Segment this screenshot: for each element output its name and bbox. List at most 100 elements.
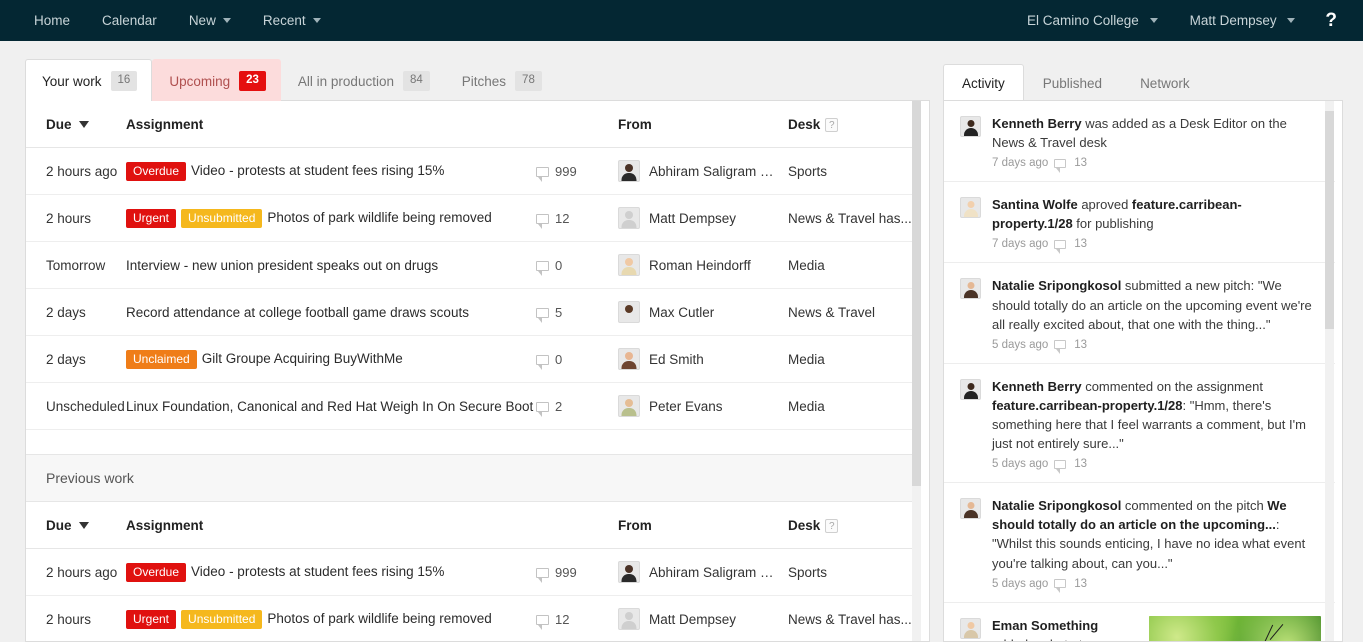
cell-due: 2 hours ago — [26, 548, 126, 596]
column-header-assignment[interactable]: Assignment — [126, 502, 536, 549]
activity-body: Natalie Sripongkosol submitted a new pit… — [992, 276, 1321, 355]
activity-item[interactable]: Kenneth Berry commented on the assignmen… — [944, 364, 1335, 484]
column-header-label: Assignment — [126, 117, 204, 132]
table-row[interactable]: 2 hours ago Overdue Video - protests at st… — [26, 548, 921, 596]
column-header-desk[interactable]: Desk? — [788, 502, 921, 549]
cell-assignment[interactable]: Unclaimed Gilt Groupe Acquiring BuyWithMe — [126, 335, 536, 383]
activity-meta: 5 days ago 13 — [992, 578, 1321, 594]
cell-assignment[interactable]: Interview - new union president speaks o… — [126, 241, 536, 289]
cell-from[interactable]: Roman Heindorff — [618, 241, 788, 289]
cell-comments[interactable]: 5 — [536, 288, 618, 336]
activity-photo-thumbnail[interactable] — [1149, 615, 1321, 641]
tab-pitches[interactable]: Pitches 78 — [445, 59, 557, 101]
tab-activity[interactable]: Activity — [943, 64, 1024, 101]
cell-due: 2 hours — [26, 194, 126, 242]
cell-assignment[interactable]: Overdue Video - protests at student fees … — [126, 147, 536, 195]
chevron-down-icon — [312, 18, 321, 23]
help-tooltip-icon[interactable]: ? — [825, 519, 839, 533]
from-name: Abhiram Saligram C... — [649, 163, 777, 179]
column-header-assignment[interactable]: Assignment — [126, 101, 536, 148]
nav-item-recent[interactable]: Recent — [247, 0, 337, 41]
column-header-from[interactable]: From — [618, 502, 788, 549]
table-row[interactable]: 2 days Record attendance at college footb… — [26, 288, 921, 336]
activity-scrollbar[interactable] — [1325, 101, 1334, 641]
activity-item[interactable]: Natalie Sripongkosol commented on the pi… — [944, 483, 1335, 603]
column-header-from[interactable]: From — [618, 101, 788, 148]
org-switcher[interactable]: El Camino College — [1011, 0, 1174, 41]
cell-desk[interactable]: News & Travel — [788, 288, 921, 336]
comment-bubble-icon — [1054, 158, 1067, 173]
table-row[interactable]: 2 hours ago Overdue Video - protests at st… — [26, 147, 921, 195]
cell-comments[interactable]: 0 — [536, 241, 618, 289]
tab-upcoming[interactable]: Upcoming 23 — [152, 59, 281, 101]
activity-column: Activity Published Network Kenneth Berry w… — [943, 59, 1343, 642]
activity-scrollbar-thumb[interactable] — [1325, 111, 1334, 329]
cell-comments[interactable]: 12 — [536, 595, 618, 641]
table-row[interactable]: 2 hours Urgent Unsubmitted Photos of park w… — [26, 194, 921, 242]
status-badge-urgent: Urgent — [126, 208, 177, 228]
cell-from[interactable]: Matt Dempsey — [618, 194, 788, 242]
cell-desk[interactable]: Media — [788, 335, 921, 383]
cell-from[interactable]: Abhiram Saligram C... — [618, 147, 788, 195]
avatar — [618, 395, 640, 417]
cell-assignment[interactable]: Urgent Unsubmitted Photos of park wildlife… — [126, 194, 536, 242]
status-badge-unsubmitted: Unsubmitted — [181, 208, 263, 228]
cell-comments[interactable]: 2 — [536, 382, 618, 430]
from-name: Abhiram Saligram C... — [649, 564, 777, 580]
cell-assignment[interactable]: Linux Foundation, Canonical and Red Hat … — [126, 382, 536, 430]
user-menu[interactable]: Matt Dempsey — [1174, 0, 1312, 41]
activity-comment-count: 13 — [1074, 458, 1088, 471]
column-header-due[interactable]: Due — [26, 101, 126, 148]
user-menu-label: Matt Dempsey — [1189, 13, 1277, 28]
table-row[interactable]: Unscheduled Linux Foundation, Canonical a… — [26, 382, 921, 430]
cell-assignment[interactable]: Urgent Unsubmitted Photos of park wildlife… — [126, 595, 536, 641]
cell-desk[interactable]: News & Travel has... — [788, 194, 921, 242]
avatar — [618, 207, 640, 229]
nav-item-home[interactable]: Home — [18, 0, 86, 41]
activity-item[interactable]: Natalie Sripongkosol submitted a new pit… — [944, 263, 1335, 364]
comment-bubble-icon — [536, 614, 549, 630]
nav-item-calendar[interactable]: Calendar — [86, 0, 173, 41]
cell-assignment[interactable]: Record attendance at college football ga… — [126, 288, 536, 336]
cell-from[interactable]: Max Cutler — [618, 288, 788, 336]
column-header-due[interactable]: Due — [26, 502, 126, 549]
tab-all-in-production[interactable]: All in production 84 — [281, 59, 445, 101]
column-header-label: From — [618, 518, 652, 533]
tab-your-work[interactable]: Your work 16 — [25, 59, 153, 101]
activity-item[interactable]: Kenneth Berry was added as a Desk Editor… — [944, 101, 1335, 183]
help-icon[interactable]: ? — [1311, 0, 1351, 41]
table-row[interactable]: 2 days Unclaimed Gilt Groupe Acquiring Buy… — [26, 335, 921, 383]
table-row[interactable]: 2 hours Urgent Unsubmitted Photos of park w… — [26, 595, 921, 641]
table-row[interactable]: Tomorrow Interview - new union president … — [26, 241, 921, 289]
cell-from[interactable]: Matt Dempsey — [618, 595, 788, 641]
cell-comments[interactable]: 0 — [536, 335, 618, 383]
cell-desk[interactable]: Sports — [788, 147, 921, 195]
work-list-scrollbar[interactable] — [912, 101, 921, 641]
column-header-desk[interactable]: Desk? — [788, 101, 921, 148]
cell-comments[interactable]: 999 — [536, 548, 618, 596]
cell-assignment[interactable]: Overdue Video - protests at student fees … — [126, 548, 536, 596]
tab-published[interactable]: Published — [1024, 64, 1121, 101]
tab-label: Activity — [962, 76, 1005, 91]
cell-desk[interactable]: Sports — [788, 548, 921, 596]
nav-item-new[interactable]: New — [173, 0, 247, 41]
activity-item[interactable]: Santina Wolfe aproved feature.carribean-… — [944, 182, 1335, 264]
activity-meta: 5 days ago 13 — [992, 458, 1321, 474]
cell-comments[interactable]: 999 — [536, 147, 618, 195]
activity-item[interactable]: Eman Something added a photo to feature.… — [944, 603, 1335, 641]
cell-desk[interactable]: Media — [788, 241, 921, 289]
cell-desk[interactable]: News & Travel has... — [788, 595, 921, 641]
comment-bubble-icon — [536, 166, 549, 182]
cell-from[interactable]: Peter Evans — [618, 382, 788, 430]
work-scrollbar-thumb[interactable] — [912, 101, 921, 486]
from-name: Roman Heindorff — [649, 257, 751, 273]
activity-meta: 7 days ago 13 — [992, 157, 1321, 173]
nav-left-group: Home Calendar New Recent — [0, 0, 337, 41]
tab-network[interactable]: Network — [1121, 64, 1209, 101]
cell-from[interactable]: Ed Smith — [618, 335, 788, 383]
help-tooltip-icon[interactable]: ? — [825, 118, 839, 132]
cell-from[interactable]: Abhiram Saligram C... — [618, 548, 788, 596]
column-header-comments — [536, 502, 618, 549]
cell-comments[interactable]: 12 — [536, 194, 618, 242]
cell-desk[interactable]: Media — [788, 382, 921, 430]
